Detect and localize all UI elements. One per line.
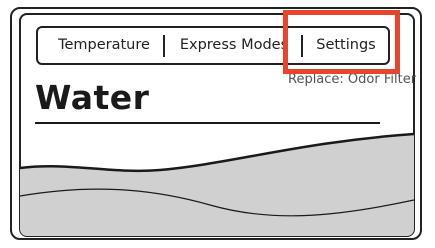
tab-settings[interactable]: Settings [304,28,388,63]
filter-status-text: Replace: Odor Filter [288,72,417,87]
tab-divider [163,35,165,57]
tab-temperature[interactable]: Temperature [46,28,162,63]
page-title: Water [35,78,150,117]
tab-express-modes[interactable]: Express Modes [168,28,300,63]
water-fill [20,134,414,236]
title-underline [35,122,380,124]
display-stage: Temperature Express Modes Settings Repla… [0,0,435,248]
mode-tab-bar: Temperature Express Modes Settings [36,26,390,65]
tab-divider [301,35,303,57]
